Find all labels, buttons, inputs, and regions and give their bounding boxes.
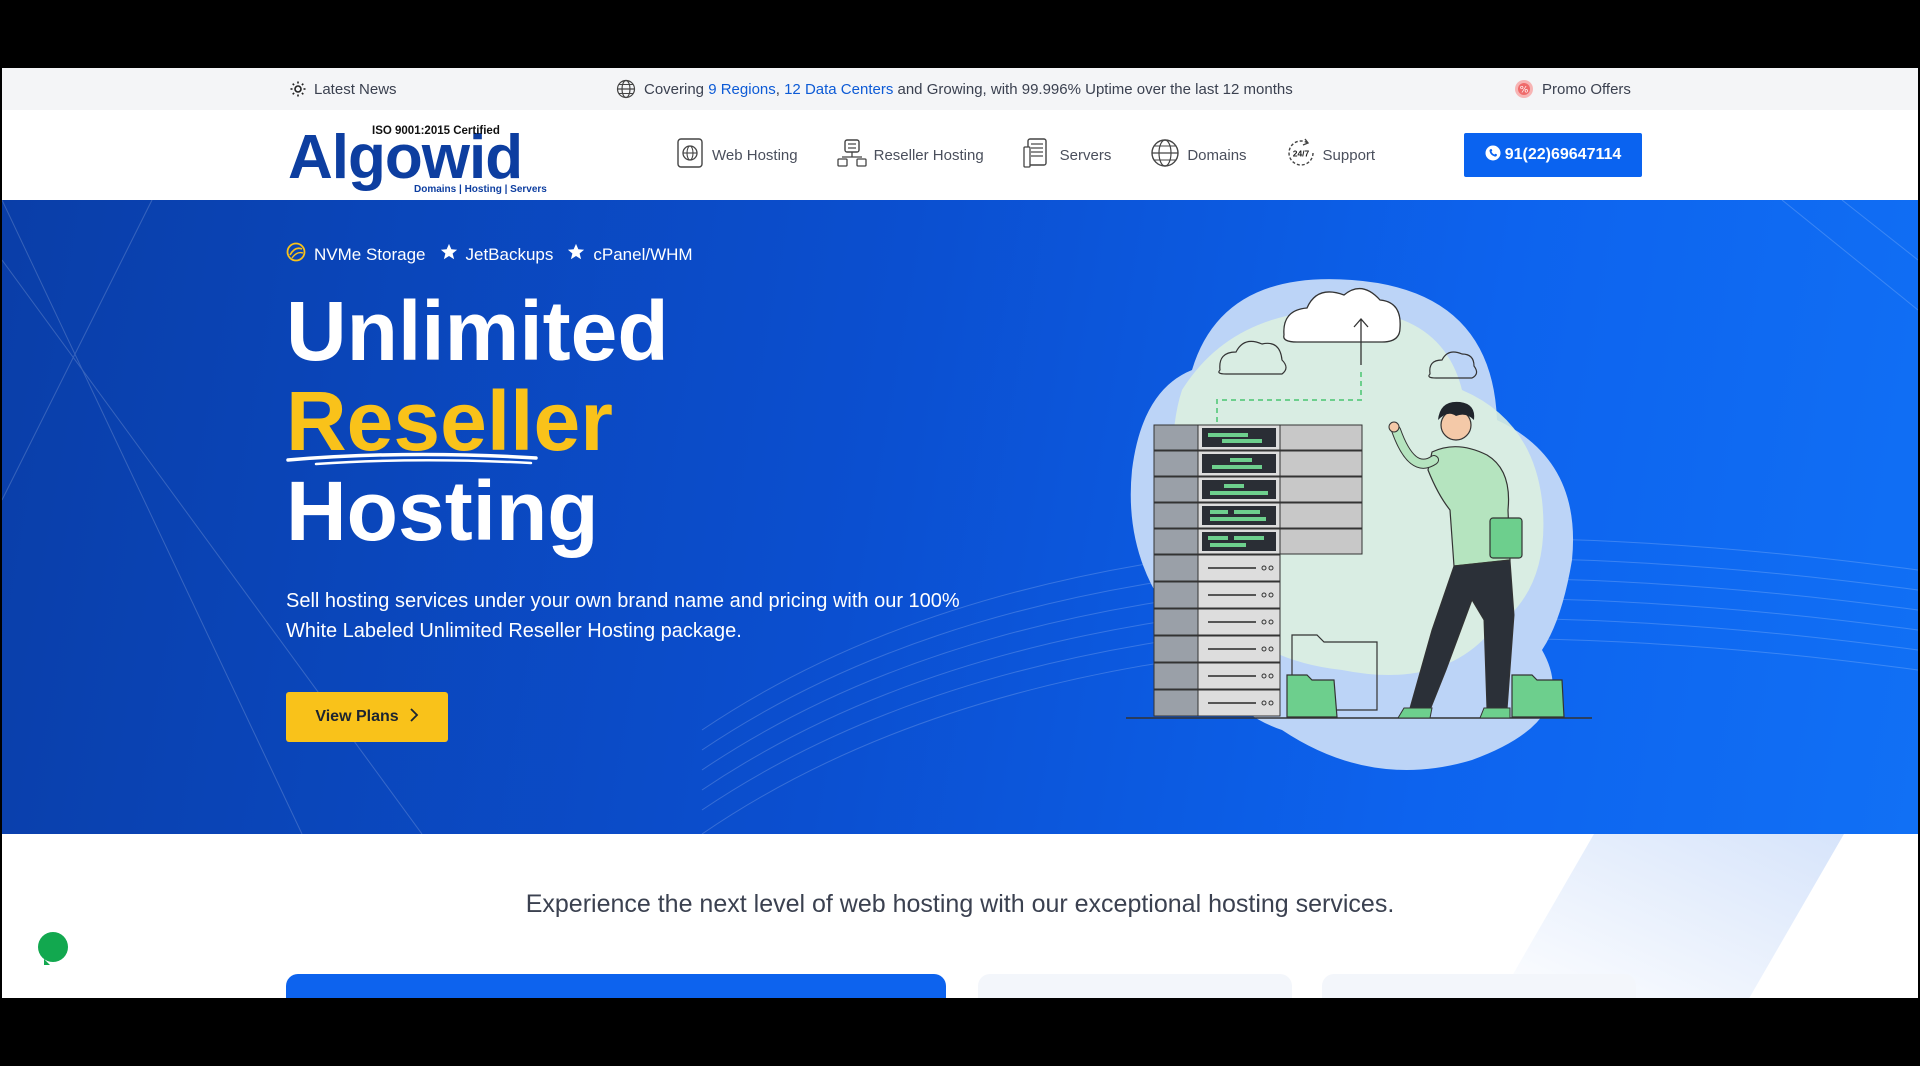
promo-label: Promo Offers: [1542, 80, 1631, 98]
underline-swoosh: [286, 452, 538, 466]
plan-card[interactable]: [1322, 974, 1636, 998]
hero-title-line3: Hosting: [286, 464, 599, 558]
reseller-hosting-icon: [836, 137, 868, 173]
chevron-right-icon: [409, 707, 419, 727]
hero-description: Sell hosting services under your own bra…: [286, 590, 960, 642]
reseller-hosting-illustration: [1126, 279, 1592, 770]
globe-icon: [616, 79, 636, 99]
promo-badge-icon: %: [1514, 79, 1534, 99]
svg-text:24/7: 24/7: [1292, 149, 1309, 159]
view-plans-label: View Plans: [315, 708, 399, 725]
hero-banner: NVMe Storage JetBackups cPanel/WHM Unlim…: [2, 200, 1918, 834]
plan-card[interactable]: [978, 974, 1292, 998]
nav-domains[interactable]: Domains: [1149, 137, 1247, 173]
plan-card-featured[interactable]: [286, 974, 946, 998]
phone-call-button[interactable]: 91(22)69647114: [1464, 133, 1642, 177]
main-nav: Web Hosting Reseller Hosting Servers Dom…: [674, 110, 1413, 200]
top-info-bar: Latest News Covering 9 Regions, 12 Data …: [2, 68, 1918, 110]
star-icon: [567, 243, 585, 266]
feature-nvme: NVMe Storage: [286, 242, 426, 267]
chat-widget-icon[interactable]: [38, 932, 68, 965]
algowid-logo[interactable]: Algowid ISO 9001:2015 Certified Domains …: [288, 120, 578, 200]
phone-number: 91(22)69647114: [1504, 146, 1622, 163]
nav-reseller-hosting[interactable]: Reseller Hosting: [836, 137, 984, 173]
latest-news-link[interactable]: Latest News: [290, 68, 397, 110]
nav-domains-label: Domains: [1187, 146, 1247, 164]
hero-title-line2: Reseller: [286, 376, 669, 466]
services-tagline: Experience the next level of web hosting…: [525, 890, 1395, 918]
nav-support[interactable]: 24/7 Support: [1285, 137, 1376, 173]
coverage-notice: Covering 9 Regions, 12 Data Centers and …: [616, 68, 1293, 110]
nav-support-label: Support: [1322, 146, 1376, 164]
globe-icon: [1149, 137, 1181, 173]
nav-web-hosting[interactable]: Web Hosting: [674, 137, 798, 173]
feature-jetbackups-label: JetBackups: [465, 244, 554, 264]
star-icon: [440, 243, 458, 266]
svg-text:%: %: [1520, 86, 1529, 96]
coverage-comma: ,: [775, 80, 785, 98]
promo-offers-link[interactable]: % Promo Offers: [1514, 68, 1631, 110]
hero-features: NVMe Storage JetBackups cPanel/WHM: [286, 242, 697, 267]
sun-icon: [290, 81, 306, 97]
coverage-text: Covering 9 Regions, 12 Data Centers and …: [644, 81, 1293, 98]
nav-servers-label: Servers: [1059, 146, 1112, 164]
web-hosting-icon: [674, 137, 706, 173]
regions-link[interactable]: 9 Regions: [708, 81, 776, 98]
hero-title: Unlimited Reseller Hosting: [286, 286, 669, 556]
feature-jetbackups: JetBackups: [440, 243, 554, 266]
nav-servers[interactable]: Servers: [1022, 137, 1112, 173]
phone-icon: [1485, 145, 1501, 166]
logo-certification: ISO 9001:2015 Certified: [372, 125, 500, 137]
latest-news-label: Latest News: [314, 80, 397, 98]
browser-page: Latest News Covering 9 Regions, 12 Data …: [2, 68, 1918, 998]
coverage-suffix: and Growing, with 99.996% Uptime over th…: [893, 80, 1293, 98]
feature-cpanel: cPanel/WHM: [567, 243, 693, 266]
servers-icon: [1022, 137, 1054, 173]
nav-web-hosting-label: Web Hosting: [712, 146, 798, 164]
logo-tagline: Domains | Hosting | Servers: [414, 184, 547, 195]
feature-nvme-label: NVMe Storage: [314, 244, 426, 264]
coverage-prefix: Covering: [644, 80, 709, 98]
nav-reseller-hosting-label: Reseller Hosting: [873, 146, 984, 164]
support-24-7-icon: 24/7: [1285, 137, 1317, 173]
feature-cpanel-label: cPanel/WHM: [593, 244, 693, 264]
data-centers-link[interactable]: 12 Data Centers: [784, 81, 893, 98]
hero-title-line1: Unlimited: [286, 284, 669, 378]
view-plans-button[interactable]: View Plans: [286, 692, 448, 742]
nvme-storage-icon: [286, 242, 306, 267]
site-header: Algowid ISO 9001:2015 Certified Domains …: [2, 110, 1918, 200]
